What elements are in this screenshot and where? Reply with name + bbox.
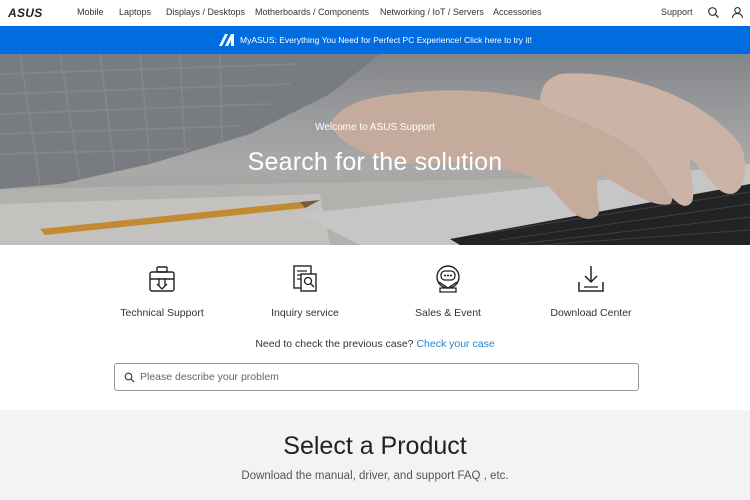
sales-event-icon	[436, 265, 460, 293]
service-sales-event[interactable]: Sales & Event	[383, 264, 513, 319]
technical-support-icon	[149, 266, 175, 292]
nav-item-accessories[interactable]: Accessories	[493, 7, 542, 17]
myasus-logo-icon	[219, 34, 235, 46]
nav-support-link[interactable]: Support	[661, 7, 693, 17]
service-technical-support[interactable]: Technical Support	[97, 264, 227, 319]
nav-item-laptops[interactable]: Laptops	[119, 7, 151, 17]
service-download-center[interactable]: Download Center	[526, 264, 656, 319]
previous-case-prompt: Need to check the previous case? Check y…	[0, 338, 750, 350]
nav-item-motherboards-components[interactable]: Motherboards / Components	[255, 7, 369, 17]
problem-search-input[interactable]	[140, 371, 620, 383]
search-icon[interactable]	[707, 6, 720, 19]
select-product-subtitle: Download the manual, driver, and support…	[241, 470, 509, 482]
select-product-section: Select a Product Download the manual, dr…	[0, 410, 750, 500]
hero-title: Search for the solution	[247, 148, 503, 176]
asus-logo[interactable]: ASUS	[8, 6, 48, 19]
nav-item-networking-iot-servers[interactable]: Networking / IoT / Servers	[380, 7, 484, 17]
service-label: Inquiry service	[271, 307, 339, 319]
hero-subtitle: Welcome to ASUS Support	[315, 122, 435, 133]
svg-text:ASUS: ASUS	[8, 6, 43, 19]
service-label: Sales & Event	[415, 307, 481, 319]
service-label: Download Center	[550, 307, 632, 319]
banner-text: MyASUS: Everything You Need for Perfect …	[240, 35, 532, 45]
previous-case-text: Need to check the previous case?	[255, 338, 414, 350]
nav-item-mobile[interactable]: Mobile	[77, 7, 104, 17]
service-label: Technical Support	[120, 307, 204, 319]
download-center-icon	[578, 266, 604, 292]
search-icon	[124, 372, 135, 382]
hero-section: Welcome to ASUS Support Search for the s…	[0, 54, 750, 245]
account-icon[interactable]	[731, 6, 744, 19]
select-product-title: Select a Product	[283, 432, 467, 460]
nav-item-displays-desktops[interactable]: Displays / Desktops	[166, 7, 245, 17]
check-case-link[interactable]: Check your case	[416, 338, 494, 350]
service-inquiry[interactable]: Inquiry service	[240, 264, 370, 319]
top-navigation: ASUS Mobile Laptops Displays / Desktops …	[0, 0, 750, 26]
problem-search-box[interactable]	[114, 363, 639, 391]
myasus-banner[interactable]: MyASUS: Everything You Need for Perfect …	[0, 26, 750, 54]
inquiry-service-icon	[293, 265, 317, 292]
